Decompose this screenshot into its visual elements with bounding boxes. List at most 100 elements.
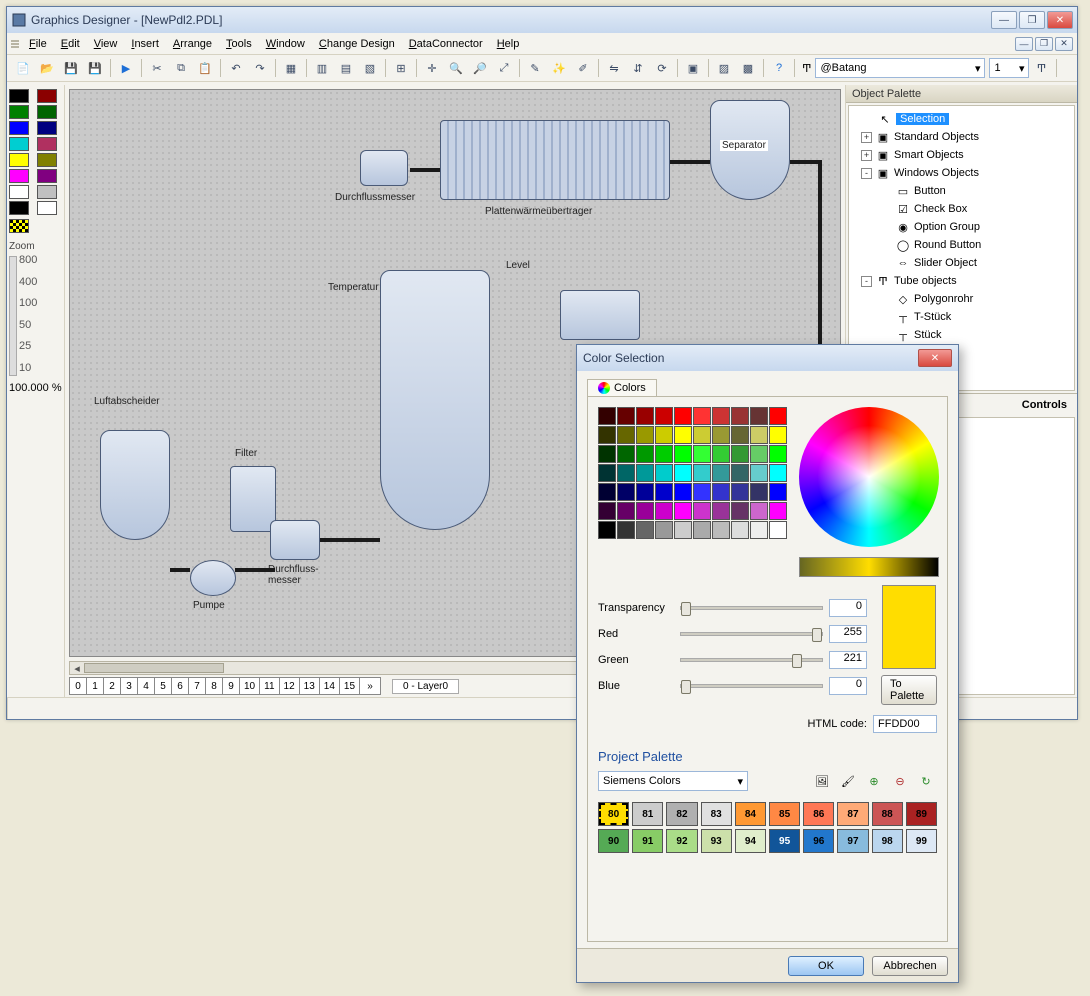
tree-item-t-stück[interactable]: ┬T-Stück [851,308,1072,326]
mirror-h-button[interactable]: ⇋ [603,57,625,79]
font-size-combo[interactable]: 1▾ [989,58,1029,78]
layer-more-button[interactable]: » [359,677,381,695]
palette-swatch[interactable] [37,89,57,103]
color-swatch[interactable] [750,407,768,425]
layer-tab-4[interactable]: 4 [137,677,155,695]
layer-tab-8[interactable]: 8 [205,677,223,695]
menu-tools[interactable]: Tools [220,36,258,52]
zoom-in-button[interactable]: 🔍 [445,57,467,79]
color-swatch[interactable] [712,407,730,425]
color-swatch[interactable] [731,426,749,444]
color-swatch[interactable] [693,521,711,539]
color-swatch[interactable] [598,464,616,482]
menu-dataconnector[interactable]: DataConnector [403,36,489,52]
flowmeter2-shape[interactable] [270,520,320,560]
project-color-98[interactable]: 98 [872,829,903,853]
palette-swatch[interactable] [37,153,57,167]
menu-arrange[interactable]: Arrange [167,36,218,52]
colors-tab[interactable]: Colors [587,379,657,396]
layer-tab-13[interactable]: 13 [299,677,320,695]
close-button[interactable]: ✕ [1047,11,1073,29]
project-color-85[interactable]: 85 [769,802,800,826]
project-color-88[interactable]: 88 [872,802,903,826]
palette-add-button[interactable]: ⊕ [863,770,885,792]
undo-button[interactable]: ↶ [225,57,247,79]
color-swatch[interactable] [712,521,730,539]
menu-edit[interactable]: Edit [55,36,86,52]
project-color-92[interactable]: 92 [666,829,697,853]
project-color-96[interactable]: 96 [803,829,834,853]
color-swatch[interactable] [750,426,768,444]
menu-change-design[interactable]: Change Design [313,36,401,52]
palette-swatch[interactable] [37,201,57,215]
palette-swatch[interactable] [9,89,29,103]
color-swatch[interactable] [617,426,635,444]
layer-tab-12[interactable]: 12 [279,677,300,695]
blue-value[interactable]: 0 [829,677,867,695]
palette-remove-button[interactable]: ⊖ [889,770,911,792]
tree-item-polygonrohr[interactable]: ◇Polygonrohr [851,290,1072,308]
filter-shape[interactable] [230,466,276,532]
color-swatch[interactable] [617,521,635,539]
save-button[interactable]: 💾 [60,57,82,79]
project-color-81[interactable]: 81 [632,802,663,826]
color-swatch[interactable] [655,445,673,463]
layer-tab-2[interactable]: 2 [103,677,121,695]
copy-button[interactable]: ⧉ [170,57,192,79]
color-swatch[interactable] [693,426,711,444]
green-value[interactable]: 221 [829,651,867,669]
color-swatch[interactable] [598,407,616,425]
center-button[interactable]: ✛ [421,57,443,79]
color-swatch[interactable] [731,502,749,520]
color-swatch[interactable] [769,483,787,501]
color-swatch[interactable] [617,502,635,520]
menu-help[interactable]: Help [491,36,526,52]
palette-edit-button[interactable]: 🖌 [837,770,859,792]
layer-tab-5[interactable]: 5 [154,677,172,695]
color-swatch[interactable] [674,502,692,520]
color-swatch[interactable] [598,426,616,444]
titlebar[interactable]: Graphics Designer - [NewPdl2.PDL] — ❐ ✕ [7,7,1077,33]
color-swatch[interactable] [636,407,654,425]
project-color-93[interactable]: 93 [701,829,732,853]
project-color-90[interactable]: 90 [598,829,629,853]
color-swatch[interactable] [693,445,711,463]
color-swatch[interactable] [636,426,654,444]
custom-color-button[interactable] [9,219,29,233]
color-swatch[interactable] [769,464,787,482]
color-swatch[interactable] [712,445,730,463]
palette-swatch[interactable] [9,201,29,215]
tree-item-smart-objects[interactable]: +▣Smart Objects [851,146,1072,164]
project-color-91[interactable]: 91 [632,829,663,853]
zoom-fit-button[interactable]: ⤢ [493,57,515,79]
palette-swatch[interactable] [37,121,57,135]
rotate-button[interactable]: ⟳ [651,57,673,79]
tree-item-stück[interactable]: ┬Stück [851,326,1072,344]
color-swatch[interactable] [750,502,768,520]
menu-insert[interactable]: Insert [125,36,165,52]
color-swatch[interactable] [750,464,768,482]
color-swatch[interactable] [693,502,711,520]
to-palette-button[interactable]: To Palette [881,675,937,705]
red-value[interactable]: 255 [829,625,867,643]
color-swatch[interactable] [731,407,749,425]
color-swatch[interactable] [731,445,749,463]
color-swatch[interactable] [674,407,692,425]
palette-swatch[interactable] [37,137,57,151]
layer1-button[interactable]: ▥ [311,57,333,79]
color-swatch[interactable] [693,464,711,482]
palette-swatch[interactable] [9,185,29,199]
cut-button[interactable]: ✂ [146,57,168,79]
project-palette-combo[interactable]: Siemens Colors▾ [598,771,748,791]
color-swatch[interactable] [769,426,787,444]
color-swatch[interactable] [655,426,673,444]
dialog-close-button[interactable]: ✕ [918,349,952,367]
color-swatch[interactable] [712,502,730,520]
palette-swatch[interactable] [9,137,29,151]
palette-swatch[interactable] [37,105,57,119]
color-swatch[interactable] [750,445,768,463]
project-color-80[interactable]: 80 [598,802,629,826]
layer-tab-9[interactable]: 9 [222,677,240,695]
color-swatch[interactable] [731,521,749,539]
color-swatch[interactable] [769,502,787,520]
